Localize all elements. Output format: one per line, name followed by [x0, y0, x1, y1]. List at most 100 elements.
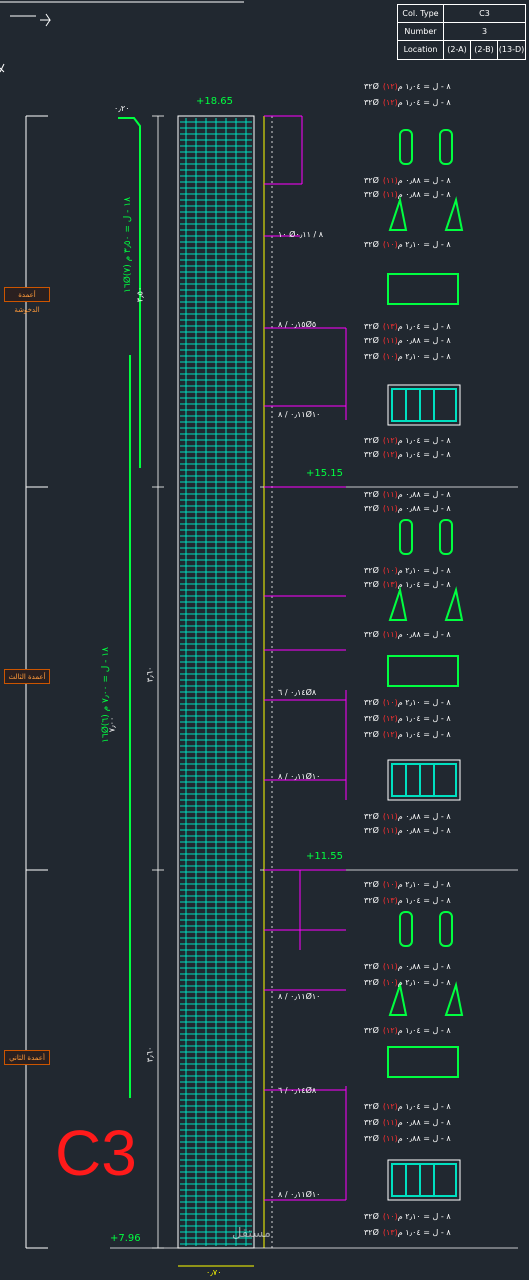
floor-label-second: أعمدة الثاني: [4, 1050, 50, 1065]
spacing-label: ٠٫١١ / ٨Ø١٠: [278, 992, 321, 1001]
stirrup-label-row: ٣٢Ø٨ - ل = ١٫٠٤ م(١٣): [364, 1228, 451, 1237]
watermark: مستقل: [232, 1226, 271, 1241]
stirrup-label-row: ٣٢Ø٨ - ل = ٠٫٨٨ م(١١): [364, 826, 451, 835]
stirrup-label-num: (١٣): [382, 322, 398, 331]
stirrup-label-row: ٣٢Ø٨ - ل = ٢٫١٠ م(١٠): [364, 698, 451, 707]
spacing-label: ١٠ Ø٨ / ٠٫١١: [278, 230, 324, 239]
stirrup-label-num: (١١): [382, 176, 398, 185]
dim-bottom: ٠٫٧٠: [206, 1268, 222, 1277]
stirrup-label-text: ٣٢Ø٨ - ل = ٠٫٨٨ م: [364, 490, 451, 499]
schedule-row-number: Number 3: [398, 23, 525, 41]
dim-360-a: ٣٫٦٠: [145, 666, 155, 683]
stirrup-rect: [387, 273, 459, 305]
stirrup-label-text: ٣٢Ø٨ - ل = ٠٫٨٨ م: [364, 812, 451, 821]
stirrup-label-text: ٣٢Ø٨ - ل = ١٫٠٤ م: [364, 730, 451, 739]
level-second: +11.55: [306, 851, 344, 862]
stirrup-label-row: ٣٢Ø٨ - ل = ٢٫١٠ م(١٠): [364, 880, 451, 889]
stirrup-label-num: (١٠): [382, 880, 398, 889]
pin-tie: [399, 911, 413, 947]
stirrup-label-text: ٣٢Ø٨ - ل = ١٫٠٤ م: [364, 322, 451, 331]
stirrup-label-text: ٣٢Ø٨ - ل = ١٫٠٤ م: [364, 1102, 451, 1111]
stirrup-rect: [387, 655, 459, 687]
stirrup-label-num: (١٠): [382, 1212, 398, 1221]
schedule-label: Number: [398, 23, 444, 41]
stirrup-label-text: ٣٢Ø٨ - ل = ٠٫٨٨ م: [364, 504, 451, 513]
stirrup-label-row: ٣٢Ø٨ - ل = ١٫٠٤ م(١٢): [364, 436, 451, 445]
stirrup-label-text: ٣٢Ø٨ - ل = ٢٫١٠ م: [364, 352, 451, 361]
stirrup-label-text: ٣٢Ø٨ - ل = ٠٫٨٨ م: [364, 176, 451, 185]
stirrup-label-row: ٣٢Ø٨ - ل = ٢٫١٠ م(١٠): [364, 978, 451, 987]
stirrup-label-num: (١١): [382, 1118, 398, 1127]
bar-label-7: ١٦Ø١٨ - ل = ٣٫٥٠ م (٧): [122, 197, 133, 293]
stirrup-label-row: ٣٢Ø٨ - ل = ٢٫١٠ م(١٠): [364, 1212, 451, 1221]
schedule-value: (13-D): [498, 45, 525, 54]
stirrup-label-text: ٣٢Ø٨ - ل = ١٫٠٤ م: [364, 82, 451, 91]
level-top: +18.65: [196, 96, 234, 107]
stirrup-label-row: ٣٢Ø٨ - ل = ٠٫٨٨ م(١١): [364, 336, 451, 345]
stirrup-label-num: (١٢): [382, 436, 398, 445]
floor-label-third: أعمدة الثالث: [4, 669, 50, 684]
schedule-row-location: Location (2-A) (2-B) (13-D): [398, 41, 525, 59]
stirrup-label-text: ٣٢Ø٨ - ل = ١٫٠٤ م: [364, 580, 451, 589]
stirrup-label-row: ٣٢Ø٨ - ل = ٢٫١٠ م(١٠): [364, 352, 451, 361]
stirrup-label-row: ٣٢Ø٨ - ل = ٠٫٨٨ م(١١): [364, 490, 451, 499]
stirrup-label-row: ٣٢Ø٨ - ل = ٠٫٨٨ م(١١): [364, 176, 451, 185]
stirrup-label-text: ٣٢Ø٨ - ل = ١٫٠٤ م: [364, 436, 451, 445]
stirrup-label-row: ٣٢Ø٨ - ل = ١٫٠٤ م(١٢): [364, 714, 451, 723]
stirrup-label-row: ٣٢Ø٨ - ل = ٢٫١٠ م(١٠): [364, 240, 451, 249]
section-outline: [387, 384, 461, 426]
pin-tie: [399, 519, 413, 555]
stirrup-label-row: ٣٢Ø٨ - ل = ١٫٠٤ م(١٢): [364, 98, 451, 107]
diamond-tie: [388, 196, 408, 231]
pin-tie: [399, 129, 413, 165]
stirrup-label-text: ٣٢Ø٨ - ل = ٢٫١٠ م: [364, 978, 451, 987]
diamond-tie: [388, 981, 408, 1016]
stirrup-label-num: (١٢): [382, 730, 398, 739]
diamond-tie: [444, 586, 464, 621]
stirrup-label-num: (١٠): [382, 240, 398, 249]
stirrup-label-num: (١١): [382, 630, 398, 639]
stirrup-label-text: ٣٢Ø٨ - ل = ٢٫١٠ م: [364, 566, 451, 575]
spacing-label: ٠٫١٤ / ٦Ø٨: [278, 1086, 317, 1095]
stirrup-label-text: ٣٢Ø٨ - ل = ٠٫٨٨ م: [364, 962, 451, 971]
stirrup-label-row: ٣٢Ø٨ - ل = ٠٫٨٨ م(١١): [364, 812, 451, 821]
stirrup-label-row: ٣٢Ø٨ - ل = ١٫٠٤ م(١٢): [364, 450, 451, 459]
stirrup-label-num: (١٢): [382, 98, 398, 107]
stirrup-label-text: ٣٢Ø٨ - ل = ٠٫٨٨ م: [364, 630, 451, 639]
stirrup-label-num: (١١): [382, 190, 398, 199]
stirrup-label-num: (١١): [382, 812, 398, 821]
stirrup-label-num: (١١): [382, 826, 398, 835]
stirrup-label-text: ٣٢Ø٨ - ل = ١٫٠٤ م: [364, 98, 451, 107]
stirrup-label-row: ٣٢Ø٨ - ل = ٠٫٨٨ م(١١): [364, 1118, 451, 1127]
spacing-label: ٠٫١١ / ٨Ø١٠: [278, 410, 321, 419]
stirrup-label-num: (١٢): [382, 82, 398, 91]
stirrup-label-row: ٣٢Ø٨ - ل = ١٫٠٤ م(١٢): [364, 82, 451, 91]
top-left-mark-icon: [0, 63, 5, 73]
stirrup-label-text: ٣٢Ø٨ - ل = ٠٫٨٨ م: [364, 826, 451, 835]
stirrup-label-row: ٣٢Ø٨ - ل = ٠٫٨٨ م(١١): [364, 962, 451, 971]
diamond-tie: [388, 586, 408, 621]
stirrup-label-row: ٣٢Ø٨ - ل = ١٫٠٤ م(١٣): [364, 580, 451, 589]
section-stirrup: [391, 388, 457, 422]
stirrup-label-row: ٣٢Ø٨ - ل = ١٫٠٤ م(١٣): [364, 896, 451, 905]
stirrup-label-row: ٣٢Ø٨ - ل = ١٫٠٤ م(١٢): [364, 1102, 451, 1111]
stirrup-label-num: (١٣): [382, 1228, 398, 1237]
stirrup-label-num: (١١): [382, 962, 398, 971]
section-outline: [387, 759, 461, 801]
stirrup-label-num: (١٢): [382, 1102, 398, 1111]
stirrup-label-text: ٣٢Ø٨ - ل = ٠٫٨٨ م: [364, 1118, 451, 1127]
diamond-tie: [444, 981, 464, 1016]
stirrup-label-num: (١٠): [382, 352, 398, 361]
stirrup-label-row: ٣٢Ø٨ - ل = ١٫٠٤ م(١٢): [364, 1026, 451, 1035]
stirrup-label-row: ٣٢Ø٨ - ل = ٢٫١٠ م(١٠): [364, 566, 451, 575]
schedule-value: (2-A): [444, 41, 471, 59]
stirrup-label-text: ٣٢Ø٨ - ل = ١٫٠٤ م: [364, 450, 451, 459]
spacing-label: ٠٫١٤ / ٦Ø٨: [278, 688, 317, 697]
floor-level-lines: [110, 486, 518, 1249]
right-dim-lines: [263, 116, 273, 1248]
stirrup-label-num: (١٣): [382, 580, 398, 589]
stirrup-label-num: (١٠): [382, 698, 398, 707]
dim-700: ٧٫٠٠: [107, 716, 117, 733]
stirrup-label-text: ٣٢Ø٨ - ل = ٢٫١٠ م: [364, 880, 451, 889]
spacing-label: ٠٫١١ / ٨Ø١٠: [278, 1190, 321, 1199]
